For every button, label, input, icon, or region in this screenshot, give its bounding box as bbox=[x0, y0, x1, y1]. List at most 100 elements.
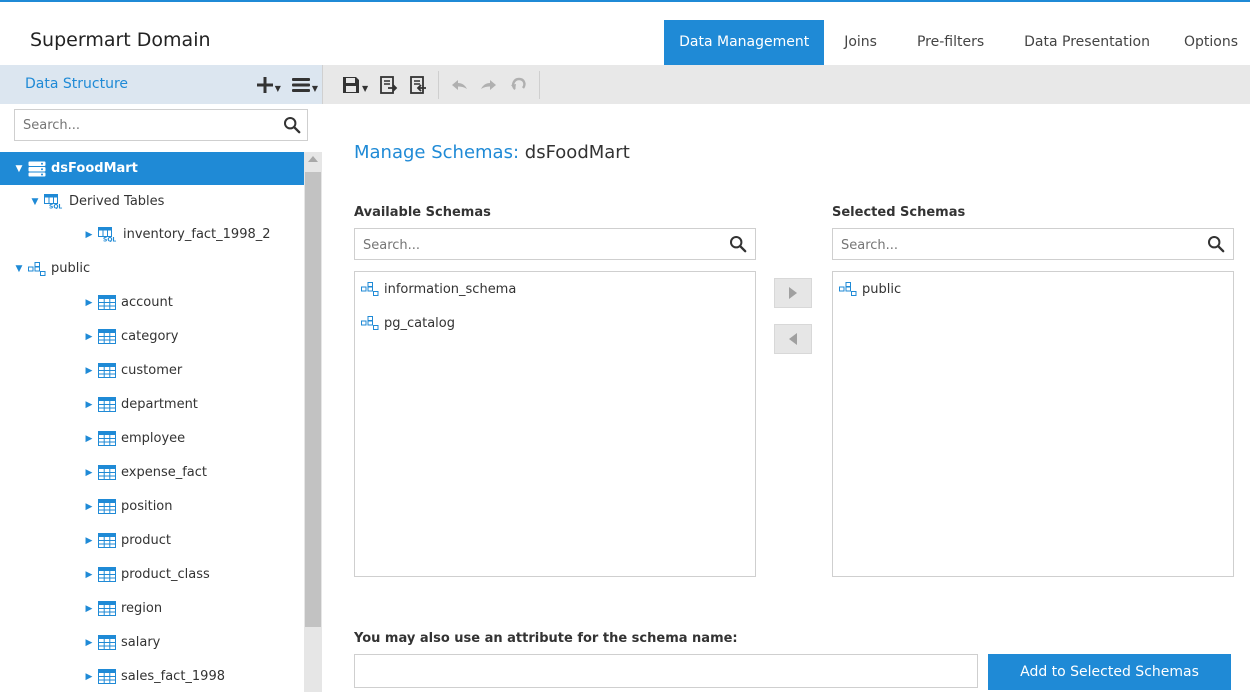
expand-arrow-icon[interactable]: ▼ bbox=[30, 197, 40, 207]
list-item-pg-catalog[interactable]: pg_catalog bbox=[361, 313, 455, 333]
tab-options[interactable]: Options bbox=[1170, 20, 1250, 65]
sidebar-search-input[interactable] bbox=[15, 110, 273, 140]
tree-item-department[interactable]: ▶ department bbox=[0, 388, 304, 421]
scrollbar-thumb[interactable] bbox=[305, 172, 321, 627]
list-item-label: information_schema bbox=[384, 281, 517, 297]
app-header: Supermart Domain Data Management Joins P… bbox=[0, 2, 1250, 66]
table-icon bbox=[98, 601, 116, 616]
tree-item-dsfoodmart[interactable]: ▼ dsFoodMart bbox=[0, 152, 304, 185]
sidebar-title: Data Structure bbox=[25, 76, 129, 92]
tree-item-position[interactable]: ▶ position bbox=[0, 490, 304, 523]
page-title-name: dsFoodMart bbox=[524, 142, 630, 163]
tree-item-region[interactable]: ▶ region bbox=[0, 592, 304, 625]
database-icon bbox=[28, 161, 46, 177]
expand-arrow-icon[interactable]: ▶ bbox=[84, 400, 94, 410]
save-button[interactable]: ▼ bbox=[341, 71, 368, 99]
table-icon bbox=[98, 431, 116, 446]
attribute-input-wrapper bbox=[354, 654, 978, 689]
page-title: Manage Schemas: dsFoodMart bbox=[354, 142, 630, 163]
add-button[interactable]: ▼ bbox=[256, 71, 281, 99]
expand-arrow-icon[interactable]: ▶ bbox=[84, 536, 94, 546]
expand-arrow-icon[interactable]: ▼ bbox=[14, 164, 24, 174]
expand-arrow-icon[interactable]: ▶ bbox=[84, 672, 94, 682]
arrow-left-icon bbox=[789, 333, 797, 345]
tab-data-management[interactable]: Data Management bbox=[664, 20, 825, 65]
search-icon[interactable] bbox=[1207, 235, 1225, 253]
tree-item-product[interactable]: ▶ product bbox=[0, 524, 304, 557]
redo-button[interactable] bbox=[479, 71, 499, 99]
expand-arrow-icon[interactable]: ▶ bbox=[84, 332, 94, 342]
tree-item-account[interactable]: ▶ account bbox=[0, 286, 304, 319]
tree-item-label: sales_fact_1998 bbox=[121, 669, 225, 684]
schema-icon bbox=[839, 282, 857, 296]
sql-table-icon bbox=[98, 227, 118, 242]
tree-item-label: public bbox=[51, 261, 91, 276]
expand-arrow-icon[interactable]: ▶ bbox=[84, 502, 94, 512]
menu-button[interactable]: ▼ bbox=[291, 71, 318, 99]
main-tabs: Data Management Joins Pre-filters Data P… bbox=[664, 20, 1250, 65]
tree-item-derived-tables[interactable]: ▼ Derived Tables bbox=[0, 185, 304, 218]
expand-arrow-icon[interactable]: ▶ bbox=[84, 570, 94, 580]
tab-pre-filters[interactable]: Pre-filters bbox=[897, 20, 1004, 65]
tree-scrollbar[interactable] bbox=[304, 152, 322, 692]
expand-arrow-icon[interactable]: ▶ bbox=[84, 366, 94, 376]
expand-arrow-icon[interactable]: ▼ bbox=[14, 264, 24, 274]
table-icon bbox=[98, 397, 116, 412]
revert-button[interactable] bbox=[509, 71, 529, 99]
table-icon bbox=[98, 329, 116, 344]
table-icon bbox=[98, 295, 116, 310]
schema-icon bbox=[28, 262, 46, 276]
table-icon bbox=[98, 567, 116, 582]
undo-button[interactable] bbox=[449, 71, 469, 99]
search-icon[interactable] bbox=[729, 235, 747, 253]
tree-item-label: employee bbox=[121, 431, 186, 446]
tree-item-customer[interactable]: ▶ customer bbox=[0, 354, 304, 387]
tree-item-employee[interactable]: ▶ employee bbox=[0, 422, 304, 455]
list-item-label: public bbox=[862, 281, 902, 297]
selected-schemas-list: public bbox=[832, 271, 1234, 577]
schema-icon bbox=[361, 316, 379, 330]
file-tools: ▼ bbox=[341, 65, 541, 104]
list-item-information-schema[interactable]: information_schema bbox=[361, 279, 516, 299]
sidebar-search bbox=[14, 109, 308, 141]
expand-arrow-icon[interactable]: ▶ bbox=[84, 468, 94, 478]
export-icon bbox=[380, 75, 398, 94]
table-icon bbox=[98, 465, 116, 480]
expand-arrow-icon[interactable]: ▶ bbox=[84, 230, 94, 240]
tree-item-product-class[interactable]: ▶ product_class bbox=[0, 558, 304, 591]
list-item-public[interactable]: public bbox=[839, 279, 901, 299]
expand-arrow-icon[interactable]: ▶ bbox=[84, 298, 94, 308]
add-to-selected-schemas-button[interactable]: Add to Selected Schemas bbox=[988, 654, 1231, 690]
search-icon[interactable] bbox=[283, 116, 301, 134]
table-icon bbox=[98, 363, 116, 378]
derived-tables-icon bbox=[44, 194, 64, 209]
tree-item-category[interactable]: ▶ category bbox=[0, 320, 304, 353]
tab-data-presentation[interactable]: Data Presentation bbox=[1004, 20, 1170, 65]
move-right-button[interactable] bbox=[774, 278, 812, 308]
import-button[interactable] bbox=[408, 71, 428, 99]
scroll-up-arrow-icon[interactable] bbox=[308, 156, 318, 162]
table-icon bbox=[98, 669, 116, 684]
tree-item-expense-fact[interactable]: ▶ expense_fact bbox=[0, 456, 304, 489]
expand-arrow-icon[interactable]: ▶ bbox=[84, 604, 94, 614]
list-item-label: pg_catalog bbox=[384, 315, 455, 331]
move-left-button[interactable] bbox=[774, 324, 812, 354]
schema-icon bbox=[361, 282, 379, 296]
arrow-right-icon bbox=[789, 287, 797, 299]
table-icon bbox=[98, 533, 116, 548]
tree-item-sales-fact-1998[interactable]: ▶ sales_fact_1998 bbox=[0, 660, 304, 692]
selected-search-input[interactable] bbox=[833, 229, 1143, 261]
tree-item-label: salary bbox=[121, 635, 161, 650]
attribute-schema-name-input[interactable] bbox=[355, 655, 975, 689]
available-search-input[interactable] bbox=[355, 229, 665, 261]
tree-item-public[interactable]: ▼ public bbox=[0, 252, 304, 285]
expand-arrow-icon[interactable]: ▶ bbox=[84, 638, 94, 648]
tab-joins[interactable]: Joins bbox=[824, 20, 897, 65]
data-structure-tree: ▼ dsFoodMart ▼ Derived Tables ▶ inventor… bbox=[0, 152, 304, 692]
tree-item-inventory-fact[interactable]: ▶ inventory_fact_1998_2 bbox=[0, 218, 304, 251]
tree-item-label: dsFoodMart bbox=[51, 161, 138, 176]
menu-icon bbox=[291, 77, 310, 92]
expand-arrow-icon[interactable]: ▶ bbox=[84, 434, 94, 444]
tree-item-salary[interactable]: ▶ salary bbox=[0, 626, 304, 659]
export-button[interactable] bbox=[378, 71, 398, 99]
